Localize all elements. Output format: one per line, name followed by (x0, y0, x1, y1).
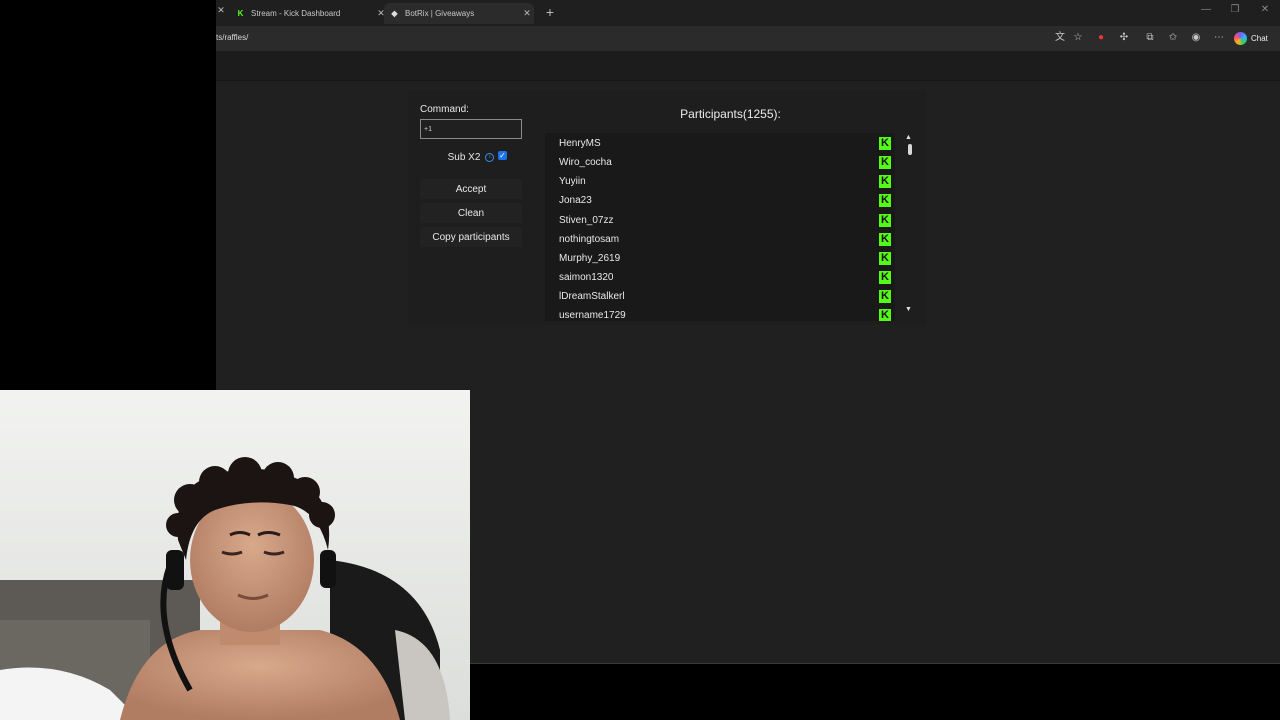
chat-label: Chat (1251, 34, 1268, 43)
sub-x2-label: Sub X2 (447, 151, 481, 163)
kick-badge-icon: K (879, 137, 891, 150)
restore-icon[interactable]: ❐ (1225, 4, 1245, 15)
tab-kick-dashboard[interactable]: K Stream - Kick Dashboard ✕ (230, 3, 388, 24)
participant-name: nothingtosam (559, 234, 620, 245)
copilot-logo-icon (1234, 32, 1247, 45)
participant-name: lDreamStalkerl (559, 291, 625, 302)
tab-botrix-giveaways[interactable]: ◆ BotRix | Giveaways ✕ (384, 3, 534, 24)
participant-name: username1729 (559, 310, 626, 321)
participant-name: Murphy_2619 (559, 253, 621, 264)
tab-label: Stream - Kick Dashboard (251, 9, 341, 18)
command-input[interactable] (420, 119, 522, 139)
profile-avatar-icon[interactable]: ◉ (1189, 31, 1203, 45)
close-icon[interactable]: ✕ (216, 5, 226, 16)
kick-badge-icon: K (879, 175, 891, 188)
scroll-down-icon[interactable]: ▼ (905, 306, 912, 313)
participant-name: HenryMS (559, 138, 601, 149)
botrix-logo-icon: ◆ (391, 9, 398, 18)
url-text[interactable]: ts/raffles/ (216, 33, 248, 42)
participant-name: saimon1320 (559, 272, 614, 283)
participant-row[interactable]: nothingtosam K (545, 230, 895, 249)
address-bar: ts/raffles/ 文 ☆ ● ✣ ⧉ ✩ ◉ ⋯ Chat (216, 26, 1280, 51)
extension-icon[interactable]: ✣ (1117, 31, 1131, 45)
tab-label: BotRix | Giveaways (405, 9, 475, 18)
participant-name: Stiven_07zz (559, 215, 614, 226)
copy-participants-button[interactable]: Copy participants (420, 227, 522, 247)
tab-bar: ✕ K Stream - Kick Dashboard ✕ ◆ BotRix |… (216, 0, 1280, 26)
more-menu-icon[interactable]: ⋯ (1212, 31, 1226, 45)
scroll-up-icon[interactable]: ▲ (905, 134, 912, 141)
scrollbar-thumb[interactable] (908, 144, 912, 155)
clean-button[interactable]: Clean (420, 203, 522, 223)
kick-badge-icon: K (879, 194, 891, 207)
close-icon[interactable]: ✕ (520, 8, 534, 19)
info-icon[interactable]: i (485, 152, 495, 162)
favorites-icon[interactable]: ✩ (1166, 31, 1180, 45)
kick-badge-icon: K (879, 156, 891, 169)
participant-row[interactable]: Stiven_07zz K (545, 211, 895, 230)
new-tab-button[interactable]: + (543, 4, 557, 20)
kick-badge-icon: K (879, 233, 891, 246)
kick-badge-icon: K (879, 290, 891, 303)
participant-row[interactable]: Murphy_2619 K (545, 249, 895, 268)
participant-row[interactable]: Jona23 K (545, 191, 895, 210)
close-window-icon[interactable]: ✕ (1255, 4, 1275, 15)
translate-icon[interactable]: 文 (1053, 31, 1067, 45)
kick-badge-icon: K (879, 252, 891, 265)
raffle-panel: Command: Sub X2 i ✓ Accept Clean Copy pa… (408, 90, 926, 325)
kick-badge-icon: K (879, 271, 891, 284)
extension-red-icon[interactable]: ● (1094, 31, 1108, 45)
participant-row[interactable]: Wiro_cocha K (545, 153, 895, 172)
participant-name: Jona23 (559, 195, 592, 206)
site-header (216, 51, 1280, 81)
participant-row[interactable]: username1729 K (545, 306, 895, 321)
extensions-puzzle-icon[interactable]: ⧉ (1143, 31, 1157, 45)
participant-row[interactable]: Yuyiin K (545, 172, 895, 191)
participant-name: Yuyiin (559, 176, 586, 187)
sub-x2-checkbox[interactable]: ✓ (498, 151, 507, 160)
participants-title: Participants(1255): (680, 107, 781, 121)
participant-row[interactable]: lDreamStalkerl K (545, 287, 895, 306)
webcam-feed-image (0, 390, 470, 720)
screen: ✕ K Stream - Kick Dashboard ✕ ◆ BotRix |… (0, 0, 1280, 720)
favorite-star-icon[interactable]: ☆ (1071, 31, 1085, 45)
participant-name: Wiro_cocha (559, 157, 612, 168)
command-label: Command: (420, 104, 469, 115)
kick-badge-icon: K (879, 309, 891, 321)
copilot-chat-button[interactable]: Chat (1234, 30, 1268, 47)
kick-badge-icon: K (879, 214, 891, 227)
minimize-icon[interactable]: — (1196, 4, 1216, 15)
webcam-overlay (0, 390, 470, 720)
participants-list[interactable]: HenryMS K Wiro_cocha K Yuyiin K Jona23 K (545, 133, 895, 321)
participant-row[interactable]: HenryMS K (545, 134, 895, 153)
kick-logo-icon: K (237, 9, 244, 18)
participant-row[interactable]: saimon1320 K (545, 268, 895, 287)
accept-button[interactable]: Accept (420, 179, 522, 199)
